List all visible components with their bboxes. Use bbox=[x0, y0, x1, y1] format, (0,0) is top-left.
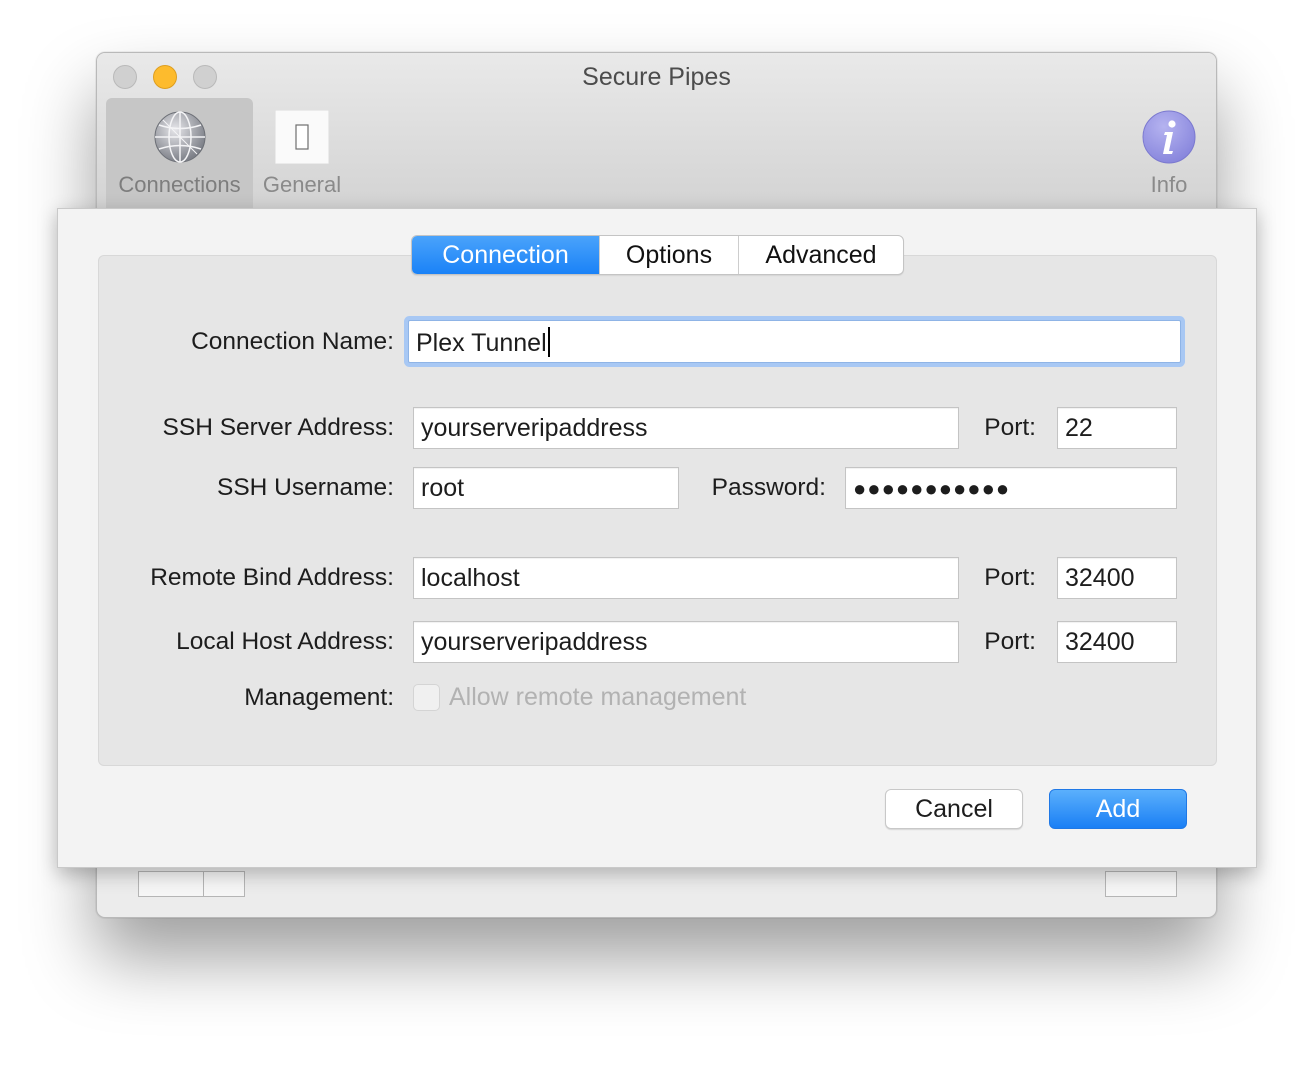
connection-name-label: Connection Name: bbox=[191, 328, 394, 355]
remote-bind-field[interactable]: localhost bbox=[413, 557, 959, 599]
allow-remote-management-checkbox[interactable] bbox=[413, 684, 440, 711]
tab-connection[interactable]: Connection bbox=[412, 236, 599, 274]
toolbar-item-general[interactable]: General bbox=[255, 98, 349, 210]
local-host-value: yourserveripaddress bbox=[421, 628, 648, 656]
password-value: ●●●●●●●●●●● bbox=[853, 476, 1011, 501]
local-port-field[interactable]: 32400 bbox=[1057, 621, 1177, 663]
ssh-username-value: root bbox=[421, 474, 465, 502]
management-label: Management: bbox=[244, 684, 394, 711]
ssh-server-value: yourserveripaddress bbox=[421, 414, 648, 442]
local-port-label: Port: bbox=[984, 628, 1036, 655]
add-connection-sheet: Connection Options Advanced Connection N… bbox=[57, 208, 1257, 868]
toolbar-label-general: General bbox=[262, 172, 342, 197]
ssh-server-field[interactable]: yourserveripaddress bbox=[413, 407, 959, 449]
add-button[interactable]: Add bbox=[1049, 789, 1187, 829]
toolbar-label-connections: Connections bbox=[118, 172, 241, 197]
remove-connection-button[interactable] bbox=[203, 871, 245, 897]
local-port-value: 32400 bbox=[1065, 628, 1135, 656]
connection-actions-button[interactable] bbox=[1105, 871, 1177, 897]
ssh-port-value: 22 bbox=[1065, 414, 1093, 442]
toolbar-item-connections[interactable]: Connections bbox=[106, 98, 253, 210]
local-host-label: Local Host Address: bbox=[176, 628, 394, 655]
text-caret bbox=[547, 327, 550, 357]
ssh-username-label: SSH Username: bbox=[216, 474, 394, 501]
cancel-button[interactable]: Cancel bbox=[885, 789, 1023, 829]
tab-bar: Connection Options Advanced bbox=[411, 235, 904, 275]
toolbar: Secure Pipes Connections General Info bbox=[97, 53, 1216, 210]
network-globe-icon bbox=[153, 110, 207, 164]
allow-remote-management-label: Allow remote management bbox=[449, 683, 747, 711]
tab-options[interactable]: Options bbox=[599, 236, 738, 274]
toolbar-item-info[interactable]: Info bbox=[1132, 98, 1206, 210]
add-connection-button[interactable] bbox=[138, 871, 204, 897]
light-switch-icon bbox=[275, 110, 329, 164]
connection-name-field[interactable]: Plex Tunnel bbox=[408, 320, 1181, 363]
remote-bind-label: Remote Bind Address: bbox=[150, 564, 394, 591]
tab-advanced[interactable]: Advanced bbox=[738, 236, 903, 274]
remote-port-field[interactable]: 32400 bbox=[1057, 557, 1177, 599]
remote-bind-value: localhost bbox=[421, 564, 520, 592]
ssh-server-label: SSH Server Address: bbox=[162, 414, 394, 441]
ssh-username-field[interactable]: root bbox=[413, 467, 679, 509]
local-host-field[interactable]: yourserveripaddress bbox=[413, 621, 959, 663]
password-field[interactable]: ●●●●●●●●●●● bbox=[845, 467, 1177, 509]
ssh-port-label: Port: bbox=[984, 414, 1036, 441]
window-title: Secure Pipes bbox=[582, 63, 731, 91]
remote-port-label: Port: bbox=[984, 564, 1036, 591]
info-icon bbox=[1142, 110, 1196, 164]
connection-name-value: Plex Tunnel bbox=[416, 329, 547, 357]
toolbar-label-info: Info bbox=[1150, 172, 1188, 197]
remote-port-value: 32400 bbox=[1065, 564, 1135, 592]
ssh-port-field[interactable]: 22 bbox=[1057, 407, 1177, 449]
password-label: Password: bbox=[711, 474, 826, 501]
